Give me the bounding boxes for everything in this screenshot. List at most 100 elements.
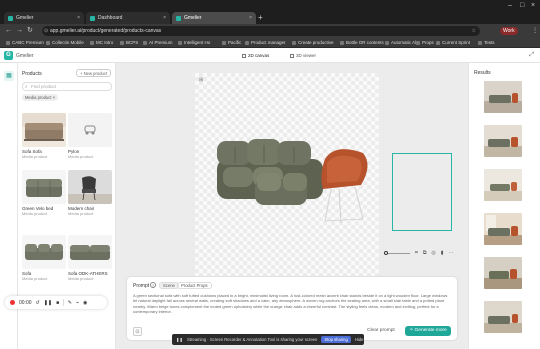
share-pause-icon: ❚❚ [176, 337, 184, 342]
browser-tab-title: Dashboard [98, 15, 123, 21]
prompt-textarea[interactable]: A green sectional sofa with soft tufted … [133, 293, 451, 320]
bookmark-item[interactable]: Props [416, 39, 434, 47]
site-info-icon[interactable]: ⊙ [44, 26, 48, 36]
browser-tab[interactable]: Gmelier × [4, 12, 84, 24]
close-icon[interactable]: × [249, 15, 252, 21]
pen-icon[interactable]: ✎ [68, 300, 72, 306]
back-icon[interactable]: ← [5, 27, 12, 35]
screen-share-banner: ❚❚ Streaming · Screen Recorder & Annotat… [172, 334, 364, 345]
layers-icon[interactable]: ⧉ [423, 250, 427, 256]
help-icon[interactable]: ? [150, 282, 156, 288]
app-name: Gmelier [16, 53, 34, 59]
view-icon[interactable]: ◎ [431, 250, 435, 256]
stop-sharing-button[interactable]: Stop sharing [321, 336, 351, 343]
close-icon[interactable]: × [77, 15, 80, 21]
product-type: Media product [68, 276, 94, 281]
browser-tab-title: Gmelier [16, 15, 34, 21]
tab-2d-canvas[interactable]: 2D canvas [242, 52, 269, 59]
crop-icon[interactable]: ⌗ [415, 250, 418, 256]
forward-icon[interactable]: → [16, 27, 23, 35]
search-placeholder: Find product [31, 84, 57, 89]
hide-button[interactable]: Hide [355, 337, 364, 342]
reload-icon[interactable]: ↻ [27, 27, 33, 35]
product-card[interactable]: Green Velo bed Media product [22, 170, 66, 216]
camera-icon[interactable]: ◉ [83, 300, 87, 306]
profile-button[interactable]: Work [500, 27, 518, 35]
bookmark-item[interactable]: MC Intro [90, 39, 113, 47]
delete-icon[interactable]: ▮ [441, 250, 444, 256]
tab-product-props[interactable]: Product Props [177, 282, 212, 289]
selection-box[interactable] [392, 153, 452, 231]
bookmark-item[interactable]: BCPS [120, 39, 138, 47]
close-window-icon[interactable]: × [531, 2, 535, 9]
products-nav-icon[interactable]: ▦ [4, 71, 14, 81]
url-input[interactable]: ⊙ app.gmelier.ai/product/generated/produ… [42, 26, 480, 36]
divider [63, 299, 64, 306]
bookmark-item[interactable]: Collectin Mobile [46, 39, 84, 47]
result-thumbnail[interactable] [484, 169, 522, 201]
generate-label: Generate more [414, 328, 447, 333]
close-icon[interactable]: × [163, 15, 166, 21]
minimize-icon[interactable]: – [508, 2, 512, 9]
product-thumbnail [68, 170, 112, 204]
bookmark-star-icon[interactable]: ☆ [472, 26, 476, 36]
product-type: Media product [22, 276, 48, 281]
product-thumbnail [68, 113, 112, 147]
product-card[interactable]: Sofa Sofa Media product [22, 113, 66, 159]
clear-prompt-button[interactable]: Clear prompt [367, 328, 395, 333]
link-icon[interactable]: ⌁ [76, 300, 79, 306]
product-thumbnail [22, 170, 66, 204]
result-thumbnail[interactable] [484, 301, 522, 333]
new-product-button[interactable]: + New product [76, 69, 112, 77]
product-composition [217, 139, 368, 224]
browser-tab-active[interactable]: Gmelier × [172, 12, 256, 24]
result-thumbnail[interactable] [484, 213, 522, 245]
bookmark-item[interactable]: Current Sprint [436, 39, 470, 47]
browser-tab-strip: Gmelier × Dashboard × Gmelier × + – □ × [0, 0, 540, 24]
slider-handle[interactable] [384, 250, 388, 255]
filter-chip[interactable]: Media product × [22, 94, 59, 101]
new-tab-button[interactable]: + [258, 12, 263, 24]
results-title: Results [474, 70, 491, 76]
result-thumbnail[interactable] [484, 81, 522, 113]
product-card[interactable]: Modern chair Media product [68, 170, 112, 216]
bookmark-item[interactable]: Product manager [245, 39, 286, 47]
bookmark-item[interactable]: Tests [478, 39, 495, 47]
product-type: Media product [22, 211, 48, 216]
scale-slider[interactable] [384, 250, 410, 255]
bookmark-item[interactable]: Automatic Al [385, 39, 416, 47]
tab-3d-viewer[interactable]: 3D viewer [290, 52, 316, 59]
pause-icon[interactable]: ❚❚ [44, 300, 52, 306]
share-message: Streaming · Screen Recorder & Annotation… [187, 337, 318, 342]
bookmark-item[interactable]: CABC Premium [6, 39, 44, 47]
bookmark-item[interactable]: Pacific [222, 39, 241, 47]
product-thumbnail [68, 235, 112, 269]
bookmark-item[interactable]: AI Premium [143, 39, 173, 47]
favicon-icon [176, 15, 181, 21]
stop-icon[interactable]: ■ [56, 300, 59, 306]
browser-menu-icon[interactable]: ⋮ [532, 27, 538, 34]
more-icon[interactable]: ⋯ [449, 250, 454, 256]
fullscreen-icon[interactable]: ⤢ [529, 52, 534, 59]
image-frame[interactable]: ⊞ ⌗ ⧉ ◎ ▮ ⋯ [195, 73, 454, 276]
generate-more-button[interactable]: ✧ Generate more [405, 326, 451, 336]
browser-tab[interactable]: Dashboard × [86, 12, 170, 24]
bookmark-item[interactable]: Create productive [292, 39, 334, 47]
product-type: Media product [22, 154, 48, 159]
maximize-icon[interactable]: □ [520, 2, 524, 9]
product-card[interactable]: Sofa Media product [22, 235, 66, 281]
bookmark-item[interactable]: Bottle OR contents [340, 39, 384, 47]
product-search-input[interactable]: ⌕ Find product [22, 82, 112, 91]
tab-scene[interactable]: Scene [159, 282, 179, 289]
recording-toolbar: 00:00 ↺ ❚❚ ■ ✎ ⌁ ◉ [5, 296, 107, 309]
bookmark-item[interactable]: Intelligent Ho [178, 39, 210, 47]
restart-icon[interactable]: ↺ [36, 300, 40, 306]
new-product-label: New product [83, 71, 108, 76]
product-card[interactable]: Sofa ODK-ATHERS Media product [68, 235, 112, 281]
tab-label: 3D viewer [296, 53, 317, 58]
product-card[interactable]: Pylon Media product [68, 113, 112, 159]
result-thumbnail[interactable] [484, 125, 522, 157]
result-thumbnail[interactable] [484, 257, 522, 289]
image-upload-icon[interactable]: ⊡ [133, 327, 142, 336]
app-logo: G [4, 51, 13, 60]
